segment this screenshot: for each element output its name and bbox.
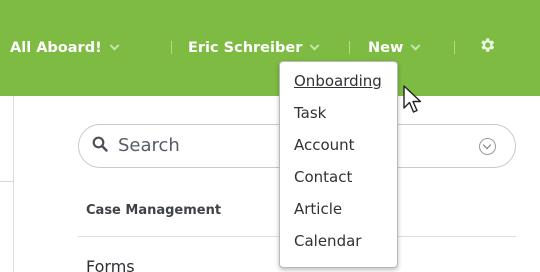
- menu-item-account[interactable]: Account: [294, 136, 355, 154]
- nav-separator: [171, 41, 172, 54]
- forms-label[interactable]: Forms: [86, 257, 135, 272]
- nav-separator: [454, 41, 455, 54]
- gear-icon-glyph: [481, 38, 495, 52]
- chevron-down-icon: [309, 40, 320, 51]
- menu-item-calendar[interactable]: Calendar: [294, 232, 361, 250]
- gear-icon[interactable]: [476, 36, 498, 58]
- panel-divider: [0, 181, 14, 182]
- search-placeholder: Search: [118, 135, 180, 156]
- menu-item-task[interactable]: Task: [294, 104, 326, 122]
- org-menu[interactable]: All Aboard!: [10, 38, 120, 58]
- search-icon: [92, 136, 108, 152]
- section-label: Case Management: [86, 203, 222, 218]
- new-menu[interactable]: New: [368, 38, 421, 58]
- menu-item-onboarding[interactable]: Onboarding: [294, 72, 382, 90]
- org-menu-label: All Aboard!: [10, 40, 102, 56]
- menu-item-article[interactable]: Article: [294, 200, 342, 218]
- new-dropdown-menu: Onboarding Task Account Contact Article …: [279, 61, 398, 268]
- chevron-down-icon: [109, 40, 120, 51]
- search-scope-dropdown[interactable]: [479, 138, 496, 155]
- menu-item-contact[interactable]: Contact: [294, 168, 352, 186]
- chevron-down-icon: [410, 40, 421, 51]
- user-menu-label: Eric Schreiber: [188, 40, 303, 56]
- mouse-pointer-icon: [403, 85, 422, 113]
- left-panel: [0, 96, 14, 272]
- user-menu[interactable]: Eric Schreiber: [188, 38, 320, 58]
- new-menu-label: New: [368, 40, 404, 56]
- nav-separator: [349, 41, 350, 54]
